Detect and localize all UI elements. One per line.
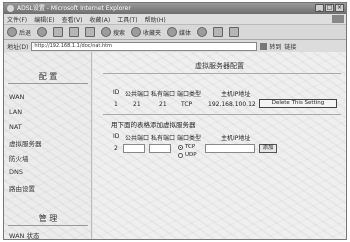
back-label: 后退 [19, 29, 32, 37]
ie-logo-icon [7, 5, 14, 12]
go-arrow-icon [260, 42, 268, 50]
menu-bar: 文件(F) 编辑(E) 查看(V) 收藏(A) 工具(T) 帮助(H) [4, 14, 346, 24]
sidebar-divider [8, 83, 88, 84]
stop-button[interactable] [53, 27, 64, 37]
forward-button[interactable] [37, 27, 48, 37]
row-1-public-port: 21 [133, 101, 141, 108]
maximize-button[interactable]: □ [325, 4, 334, 12]
sidebar-item-firewall[interactable]: 防火墙 [9, 153, 29, 163]
menu-help[interactable]: 帮助(H) [145, 15, 166, 24]
search-icon [101, 27, 112, 37]
media-icon [167, 27, 178, 37]
refresh-button[interactable] [69, 27, 80, 37]
menu-file[interactable]: 文件(F) [7, 15, 27, 24]
row-1-host-ip: 192.168.100.12 [208, 101, 256, 108]
form-header-id: ID [113, 133, 120, 140]
header-port-type: 端口类型 [177, 91, 202, 98]
sidebar-item-nat[interactable]: NAT [9, 123, 22, 131]
toolbar: 后退 搜索 收藏夹 媒体 [4, 24, 346, 40]
host-ip-input[interactable] [205, 144, 255, 153]
main-content: 虚拟服务器配置 ID 公共端口 私有端口 端口类型 主机IP地址 1 21 21… [93, 52, 346, 239]
sidebar-item-routing[interactable]: 路由设置 [9, 183, 35, 193]
title-divider [103, 73, 341, 74]
home-icon [85, 27, 96, 37]
windows-flag-icon [332, 15, 344, 23]
menu-view[interactable]: 查看(V) [62, 15, 83, 24]
protocol-udp-label: UDP [185, 152, 197, 158]
sidebar-manage-title: 管 理 [38, 214, 58, 223]
page-title: 虚拟服务器配置 [195, 62, 244, 70]
delete-setting-button[interactable]: Delete This Setting [259, 99, 337, 108]
menu-favorites[interactable]: 收藏(A) [89, 15, 110, 24]
row-1-port-type: TCP [181, 101, 193, 108]
history-icon [197, 27, 208, 37]
address-bar: 地址(D) http://192.168.1.1/doc/nat.htm 转到 … [4, 40, 346, 52]
go-label: 转到 [269, 43, 282, 51]
protocol-udp-radio[interactable] [178, 153, 183, 158]
forward-arrow-icon [37, 27, 48, 37]
address-label: 地址(D) [7, 43, 29, 51]
back-button[interactable]: 后退 [7, 27, 31, 37]
form-header-public-port: 公共端口 [125, 135, 150, 142]
title-bar: ADSL设置 - Microsoft Internet Explorer _ □… [4, 3, 346, 14]
sidebar-divider-2 [8, 225, 88, 226]
favorites-button[interactable]: 收藏夹 [131, 27, 161, 37]
search-label: 搜索 [113, 29, 126, 37]
home-button[interactable] [85, 27, 96, 37]
row-1-private-port: 21 [159, 101, 167, 108]
private-port-input[interactable] [149, 144, 171, 153]
sidebar-item-dns[interactable]: DNS [9, 168, 23, 176]
stop-icon [53, 27, 64, 37]
window-title: ADSL设置 - Microsoft Internet Explorer [17, 5, 131, 12]
sidebar-item-wan-status[interactable]: WAN 状态 [9, 230, 39, 239]
media-button[interactable]: 媒体 [167, 27, 191, 37]
print-button[interactable] [229, 27, 240, 37]
go-button[interactable]: 转到 [260, 42, 281, 51]
sidebar-config-title: 配 置 [38, 72, 58, 81]
header-host-ip: 主机IP地址 [221, 91, 251, 98]
row-1-id: 1 [114, 101, 118, 108]
search-button[interactable]: 搜索 [101, 27, 125, 37]
section-divider [103, 114, 341, 115]
back-arrow-icon [7, 27, 17, 37]
form-header-port-type: 端口类型 [177, 135, 202, 142]
history-button[interactable] [197, 27, 208, 37]
star-icon [131, 27, 142, 37]
sidebar-item-virtual-server[interactable]: 虚拟服务器 [9, 138, 42, 148]
close-button[interactable]: × [335, 4, 344, 12]
add-section-title: 用下面的表格添加虚拟服务器 [111, 121, 196, 129]
favorites-label: 收藏夹 [143, 29, 162, 37]
menu-edit[interactable]: 编辑(E) [34, 15, 54, 24]
menu-tools[interactable]: 工具(T) [117, 15, 137, 24]
sidebar: 配 置 WAN LAN NAT 虚拟服务器 防火墙 DNS 路由设置 管 理 W… [4, 52, 92, 239]
media-label: 媒体 [179, 29, 192, 37]
sidebar-item-wan[interactable]: WAN [9, 93, 24, 101]
header-private-port: 私有端口 [151, 91, 176, 98]
address-input[interactable]: http://192.168.1.1/doc/nat.htm [31, 41, 258, 51]
printer-icon [229, 27, 240, 37]
mail-button[interactable] [213, 27, 224, 37]
protocol-tcp-radio[interactable] [178, 145, 183, 150]
links-button[interactable]: 链接 [284, 42, 296, 51]
form-header-private-port: 私有端口 [151, 135, 176, 142]
mail-icon [213, 27, 224, 37]
new-row-id: 2 [114, 145, 118, 152]
header-id: ID [113, 89, 120, 96]
browser-window: ADSL设置 - Microsoft Internet Explorer _ □… [3, 2, 347, 240]
minimize-button[interactable]: _ [315, 4, 324, 12]
header-public-port: 公共端口 [125, 91, 150, 98]
add-button[interactable]: 添加 [259, 144, 277, 153]
public-port-input[interactable] [123, 144, 145, 153]
refresh-icon [69, 27, 80, 37]
protocol-tcp-label: TCP [185, 144, 196, 150]
form-header-host-ip: 主机IP地址 [221, 135, 251, 142]
sidebar-item-lan[interactable]: LAN [9, 108, 22, 116]
